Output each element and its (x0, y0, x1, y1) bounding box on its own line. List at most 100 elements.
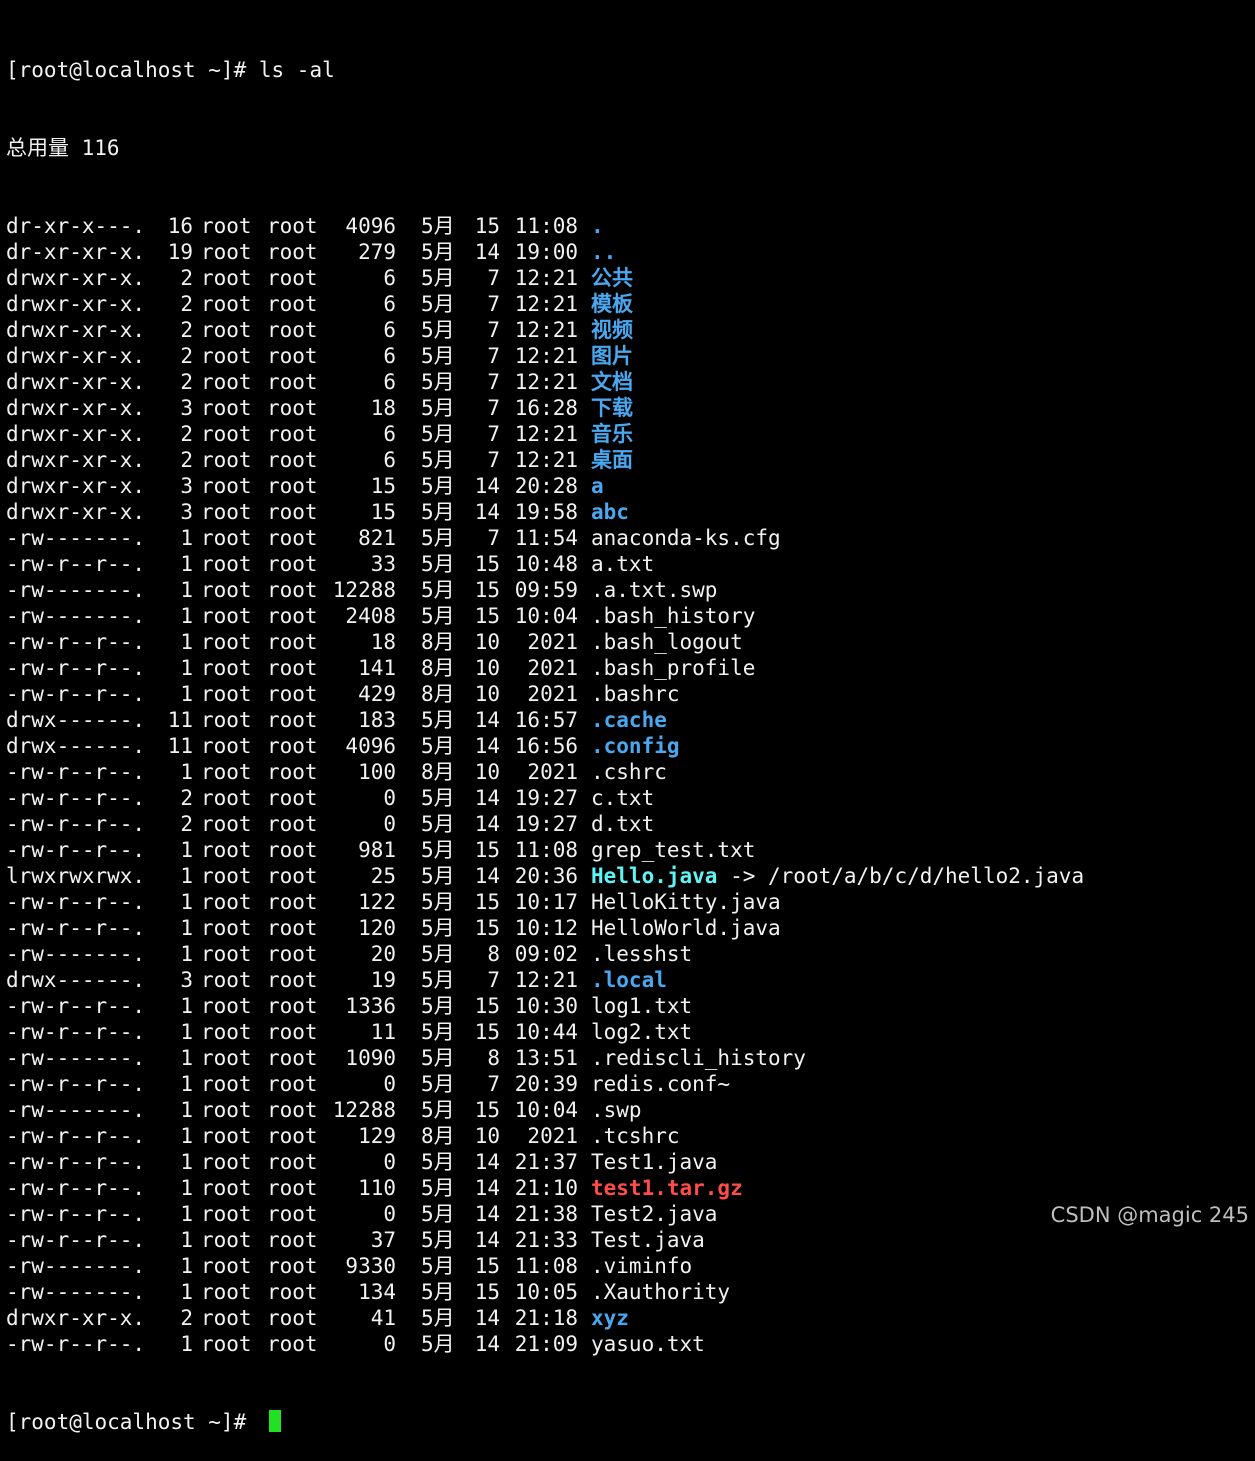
link-count: 2 (180, 370, 193, 394)
file-size: 6 (383, 422, 396, 446)
group: root (267, 1280, 318, 1304)
permissions: -rw-r--r--. (6, 1072, 146, 1096)
time: 16:56 (514, 734, 578, 758)
file-size: 134 (358, 1280, 396, 1304)
group: root (267, 708, 318, 732)
day: 15 (474, 1020, 500, 1044)
file-name-cell: log1.txt (591, 993, 692, 1019)
permissions: drwx------. (6, 708, 146, 732)
file-name-cell: Test.java (591, 1227, 705, 1253)
month: 5月 (421, 1176, 455, 1200)
month: 5月 (421, 422, 455, 446)
file-name-cell: 下载 (591, 395, 633, 421)
group: root (267, 1176, 318, 1200)
listing: dr-xr-x---. 16 root root 4096 5月 15 11:08. dr-xr… (6, 213, 1251, 1357)
link-count: 1 (180, 838, 193, 862)
month: 5月 (421, 292, 455, 316)
listing-row: drwx------. 11 root root 4096 5月 14 16:56 .confi… (6, 733, 1251, 759)
file-name-cell: .Xauthority (591, 1279, 730, 1305)
group: root (267, 1332, 318, 1356)
month: 5月 (421, 786, 455, 810)
file-size: 6 (383, 448, 396, 472)
file-size: 821 (358, 526, 396, 550)
listing-row: -rw-r--r--. 1 root root 1336 5月 15 10:30 log1.tx… (6, 993, 1251, 1019)
owner: root (201, 968, 252, 992)
link-count: 1 (180, 1020, 193, 1044)
time: 20:36 (514, 864, 578, 888)
link-count: 1 (180, 552, 193, 576)
day: 10 (474, 1124, 500, 1148)
file-name-cell: .. (591, 239, 616, 265)
file-size: 6 (383, 370, 396, 394)
file-name-cell: 图片 (591, 343, 633, 369)
month: 5月 (421, 1332, 455, 1356)
owner: root (201, 1072, 252, 1096)
time: 21:10 (514, 1176, 578, 1200)
file-name: c.txt (591, 786, 655, 810)
group: root (267, 1254, 318, 1278)
file-size: 0 (383, 812, 396, 836)
permissions: -rw-r--r--. (6, 994, 146, 1018)
file-name: 图片 (591, 344, 633, 368)
group: root (267, 604, 318, 628)
file-name: . (591, 214, 604, 238)
time: 11:08 (514, 1254, 578, 1278)
time: 19:27 (514, 786, 578, 810)
month: 5月 (421, 916, 455, 940)
day: 7 (487, 1072, 500, 1096)
link-count: 2 (180, 448, 193, 472)
day: 15 (474, 1280, 500, 1304)
file-name: log2.txt (591, 1020, 693, 1044)
listing-row: -rw-r--r--. 1 root root 120 5月 15 10:12 HelloWor… (6, 915, 1251, 941)
listing-row: -rw-r--r--. 1 root root 129 8月 10 2021 .tcshrc (6, 1123, 1251, 1149)
file-name-cell: grep_test.txt (591, 837, 755, 863)
listing-row: drwxr-xr-x. 2 root root 6 5月 7 12:21 模板 (6, 291, 1251, 317)
prompt: [root@localhost ~]# (6, 1410, 259, 1434)
file-name: .tcshrc (591, 1124, 680, 1148)
time: 11:54 (514, 526, 578, 550)
month: 5月 (421, 1228, 455, 1252)
final-prompt-line[interactable]: [root@localhost ~]# (6, 1409, 1251, 1435)
listing-row: -rw-------. 1 root root 9330 5月 15 11:08 .viminf… (6, 1253, 1251, 1279)
permissions: -rw-r--r--. (6, 1332, 146, 1356)
permissions: -rw-r--r--. (6, 916, 146, 940)
day: 14 (474, 864, 500, 888)
group: root (267, 448, 318, 472)
day: 14 (474, 240, 500, 264)
permissions: -rw-r--r--. (6, 630, 146, 654)
owner: root (201, 734, 252, 758)
file-name: 音乐 (591, 422, 633, 446)
day: 14 (474, 1332, 500, 1356)
month: 5月 (421, 812, 455, 836)
permissions: -rw-------. (6, 942, 146, 966)
group: root (267, 214, 318, 238)
file-name-cell: a.txt (591, 551, 654, 577)
day: 7 (487, 292, 500, 316)
time: 13:51 (514, 1046, 578, 1070)
terminal-output[interactable]: [root@localhost ~]# ls -al 总用量 116 dr-xr… (6, 5, 1251, 1461)
month: 8月 (421, 1124, 455, 1148)
owner: root (201, 318, 252, 342)
permissions: -rw-r--r--. (6, 838, 146, 862)
listing-row: -rw-r--r--. 1 root root 122 5月 15 10:17 HelloKit… (6, 889, 1251, 915)
file-name: .a.txt.swp (591, 578, 718, 602)
owner: root (201, 864, 252, 888)
file-name: Test.java (591, 1228, 705, 1252)
owner: root (201, 1124, 252, 1148)
file-name-cell: 音乐 (591, 421, 633, 447)
group: root (267, 422, 318, 446)
file-size: 12288 (332, 1098, 396, 1122)
group: root (267, 500, 318, 524)
permissions: drwx------. (6, 734, 146, 758)
file-name-cell: .bash_logout (591, 629, 743, 655)
listing-row: -rw-------. 1 root root 12288 5月 15 10:04 .swp (6, 1097, 1251, 1123)
day: 15 (474, 604, 500, 628)
day: 15 (474, 838, 500, 862)
file-name: .Xauthority (591, 1280, 731, 1304)
file-size: 6 (383, 344, 396, 368)
permissions: drwxr-xr-x. (6, 396, 146, 420)
link-count: 1 (180, 1098, 193, 1122)
time: 2021 (527, 760, 578, 784)
file-size: 2408 (345, 604, 396, 628)
listing-row: -rw-------. 1 root root 1090 5月 8 13:51 .rediscl… (6, 1045, 1251, 1071)
